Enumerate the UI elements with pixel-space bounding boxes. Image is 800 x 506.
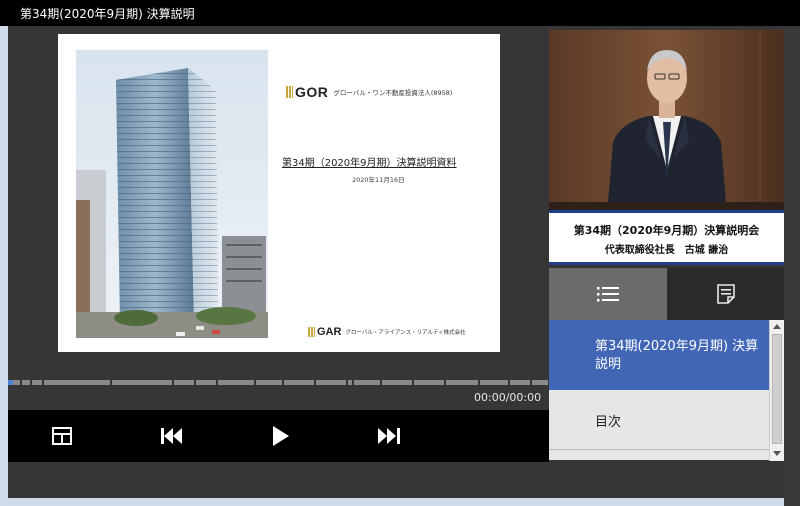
seek-bar[interactable]: [8, 380, 548, 385]
chapter-item[interactable]: 目次: [549, 392, 769, 450]
chapter-item[interactable]: [549, 451, 769, 460]
play-button[interactable]: [269, 424, 293, 448]
gar-logo-mark: GAR: [317, 326, 342, 338]
layout-icon: [52, 427, 72, 445]
presentation-slide: GOR グローバル・ワン不動産投資法人(8958) 第34期（2020年9月期）…: [58, 34, 500, 352]
previous-chapter-button[interactable]: [160, 424, 184, 448]
slide-date: 2020年11月16日: [352, 176, 405, 184]
tab-notes[interactable]: [667, 268, 784, 320]
window-title: 第34期(2020年9月期) 決算説明: [20, 7, 195, 21]
caption-title: 第34期（2020年9月期）決算説明会: [573, 224, 760, 237]
scroll-down-icon[interactable]: [770, 446, 784, 460]
gar-company-name: グローバル・アライアンス・リアルティ株式会社: [345, 330, 466, 336]
player-controls: [8, 410, 549, 462]
next-chapter-button[interactable]: [377, 424, 401, 448]
gar-logo: GAR グローバル・アライアンス・リアルティ株式会社: [308, 326, 466, 338]
gor-logo-mark: GOR: [295, 84, 329, 100]
chapter-item-active[interactable]: 第34期(2020年9月期) 決算説明: [549, 320, 769, 390]
scroll-up-icon[interactable]: [770, 320, 784, 334]
title-bar: 第34期(2020年9月期) 決算説明: [0, 0, 800, 26]
gor-company-name: グローバル・ワン不動産投資法人(8958): [333, 89, 453, 97]
player-window: 第34期(2020年9月期) 決算説明 GOR グローバル・ワン不動産投資法人(…: [0, 0, 800, 506]
presenter-caption: 第34期（2020年9月期）決算説明会 代表取締役社長 古城 謙治: [549, 210, 784, 265]
presenter-video: [549, 30, 784, 214]
layout-toggle-button[interactable]: [50, 424, 74, 448]
playback-timecode: 00:00/00:00: [474, 391, 542, 404]
slide-title: 第34期（2020年9月期）決算説明資料: [282, 158, 457, 169]
logo-bars-icon: [286, 86, 293, 98]
list-icon: [597, 287, 619, 302]
chapter-item-label: 目次: [595, 415, 622, 430]
notes-icon: [716, 284, 735, 304]
tab-chapter-list[interactable]: [549, 268, 667, 320]
play-icon: [273, 426, 289, 446]
building-photo: [76, 50, 268, 338]
gor-logo: GOR グローバル・ワン不動産投資法人(8958): [286, 84, 452, 100]
skip-next-icon: [378, 428, 400, 444]
chapter-item-label: 第34期(2020年9月期) 決算説明: [595, 339, 759, 372]
logo-bars-icon: [308, 327, 315, 337]
window-edge: [784, 26, 800, 506]
scroll-thumb[interactable]: [772, 334, 782, 444]
skip-previous-icon: [161, 428, 182, 444]
caption-presenter-name: 代表取締役社長 古城 謙治: [604, 245, 729, 256]
chapter-list: 第34期(2020年9月期) 決算説明 目次: [549, 320, 769, 460]
chapter-list-scrollbar[interactable]: [769, 320, 784, 461]
